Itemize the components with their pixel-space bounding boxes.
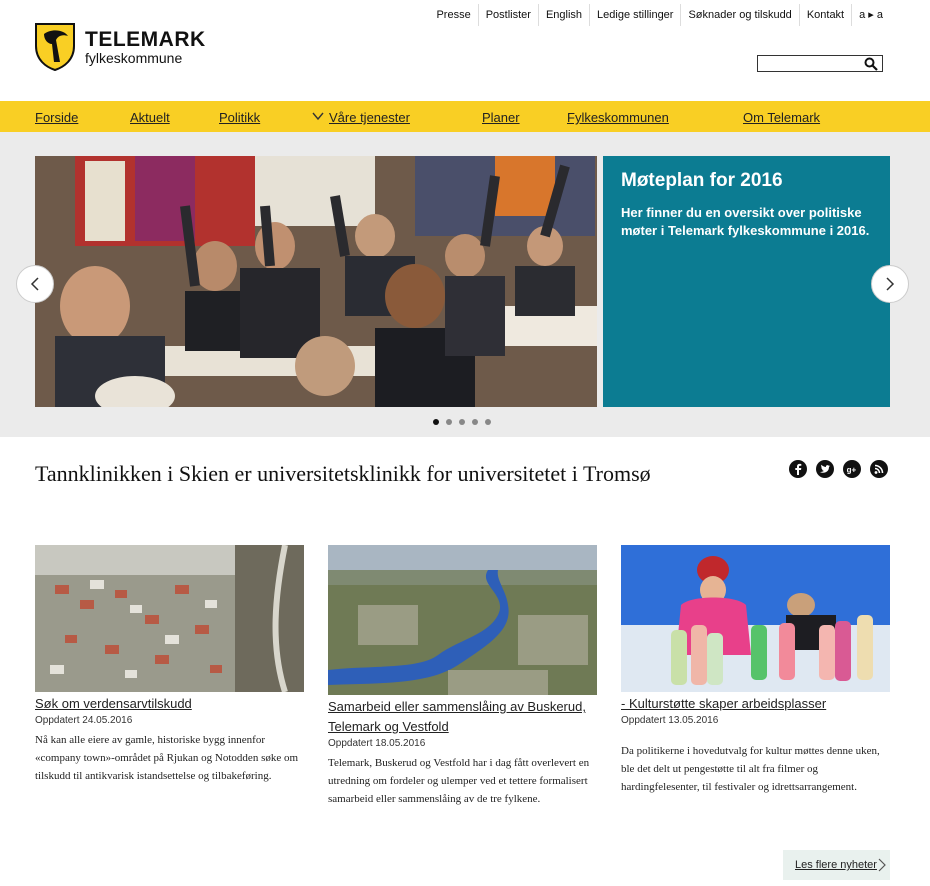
facebook-icon[interactable] bbox=[789, 460, 807, 478]
nav-politikk[interactable]: Politikk bbox=[219, 110, 260, 126]
utility-links: Presse Postlister English Ledige stillin… bbox=[429, 4, 890, 26]
toplink-kontakt[interactable]: Kontakt bbox=[800, 4, 853, 26]
googleplus-icon[interactable]: g+ bbox=[843, 460, 861, 478]
toplink-english[interactable]: English bbox=[539, 4, 591, 26]
news-date: Oppdatert 24.05.2016 bbox=[35, 715, 133, 726]
news-title[interactable]: Søk om verdensarvtilskudd bbox=[35, 694, 304, 714]
slide-text: Her finner du en oversikt over politiske… bbox=[621, 205, 870, 238]
hero-slider: Møteplan for 2016 Her finner du en overs… bbox=[0, 132, 930, 437]
toplink-ledige-stillinger[interactable]: Ledige stillinger bbox=[590, 4, 682, 26]
chevron-left-icon bbox=[30, 277, 39, 291]
toplink-postlister[interactable]: Postlister bbox=[479, 4, 539, 26]
news-image-ice-bottles[interactable] bbox=[621, 545, 890, 692]
slider-dot-4[interactable] bbox=[472, 419, 478, 425]
news-card: Søk om verdensarvtilskudd Oppdatert 24.0… bbox=[35, 545, 304, 785]
more-news-label: Les flere nyheter bbox=[795, 859, 877, 871]
nav-om-telemark[interactable]: Om Telemark bbox=[743, 110, 820, 126]
chevron-right-icon bbox=[886, 277, 895, 291]
logo-subtitle: fylkeskommune bbox=[85, 50, 183, 66]
featured-headline[interactable]: Tannklinikken i Skien er universitetskli… bbox=[35, 461, 651, 487]
slide-title: Møteplan for 2016 bbox=[621, 170, 783, 191]
nav-forside[interactable]: Forside bbox=[35, 110, 78, 126]
search-box bbox=[757, 55, 883, 74]
news-body: Nå kan alle eiere av gamle, historiske b… bbox=[35, 734, 299, 782]
search-input[interactable] bbox=[758, 58, 858, 74]
slider-dot-5[interactable] bbox=[485, 419, 491, 425]
news-image-town-aerial[interactable] bbox=[35, 545, 304, 692]
nav-vare-tjenester[interactable]: Våre tjenester bbox=[329, 110, 410, 126]
slider-dots bbox=[433, 419, 498, 425]
slider-dot-3[interactable] bbox=[459, 419, 465, 425]
more-news-button[interactable]: Les flere nyheter bbox=[783, 850, 890, 880]
news-card: - Kulturstøtte skaper arbeidsplasser Opp… bbox=[621, 545, 890, 796]
news-image-river-aerial[interactable] bbox=[328, 545, 597, 695]
news-card: Samarbeid eller sammenslåing av Buskerud… bbox=[328, 545, 597, 808]
toplink-soknader[interactable]: Søknader og tilskudd bbox=[681, 4, 800, 26]
slide-caption-panel[interactable]: Møteplan for 2016 Her finner du en overs… bbox=[603, 156, 890, 407]
font-size-toggle[interactable]: a ▸ a bbox=[852, 4, 890, 26]
news-body: Da politikerne i hovedutvalg for kultur … bbox=[621, 745, 880, 793]
news-body: Telemark, Buskerud og Vestfold har i dag… bbox=[328, 757, 590, 805]
coat-of-arms-icon bbox=[35, 23, 75, 72]
site-logo[interactable]: TELEMARK fylkeskommune bbox=[34, 22, 206, 72]
chevron-right-icon bbox=[878, 858, 886, 872]
nav-planer[interactable]: Planer bbox=[482, 110, 520, 126]
logo-title: TELEMARK bbox=[85, 28, 206, 51]
nav-aktuelt[interactable]: Aktuelt bbox=[130, 110, 170, 126]
main-nav: Forside Aktuelt Politikk Våre tjenester … bbox=[0, 101, 930, 132]
slide-photo-council-vote[interactable] bbox=[35, 156, 597, 407]
chevron-down-icon[interactable] bbox=[312, 111, 324, 121]
svg-text:g+: g+ bbox=[847, 465, 857, 474]
slider-dot-2[interactable] bbox=[446, 419, 452, 425]
slider-prev-button[interactable] bbox=[16, 265, 54, 303]
social-share: g+ bbox=[789, 460, 897, 478]
toplink-presse[interactable]: Presse bbox=[429, 4, 479, 26]
search-icon[interactable] bbox=[864, 57, 878, 71]
news-date: Oppdatert 13.05.2016 bbox=[621, 715, 719, 726]
news-title[interactable]: Samarbeid eller sammenslåing av Buskerud… bbox=[328, 697, 597, 737]
news-title[interactable]: - Kulturstøtte skaper arbeidsplasser bbox=[621, 694, 890, 714]
news-date: Oppdatert 18.05.2016 bbox=[328, 738, 426, 749]
site-header: TELEMARK fylkeskommune Presse Postlister… bbox=[0, 0, 930, 101]
slider-next-button[interactable] bbox=[871, 265, 909, 303]
rss-icon[interactable] bbox=[870, 460, 888, 478]
nav-fylkeskommunen[interactable]: Fylkeskommunen bbox=[567, 110, 669, 126]
slider-dot-1[interactable] bbox=[433, 419, 439, 425]
twitter-icon[interactable] bbox=[816, 460, 834, 478]
